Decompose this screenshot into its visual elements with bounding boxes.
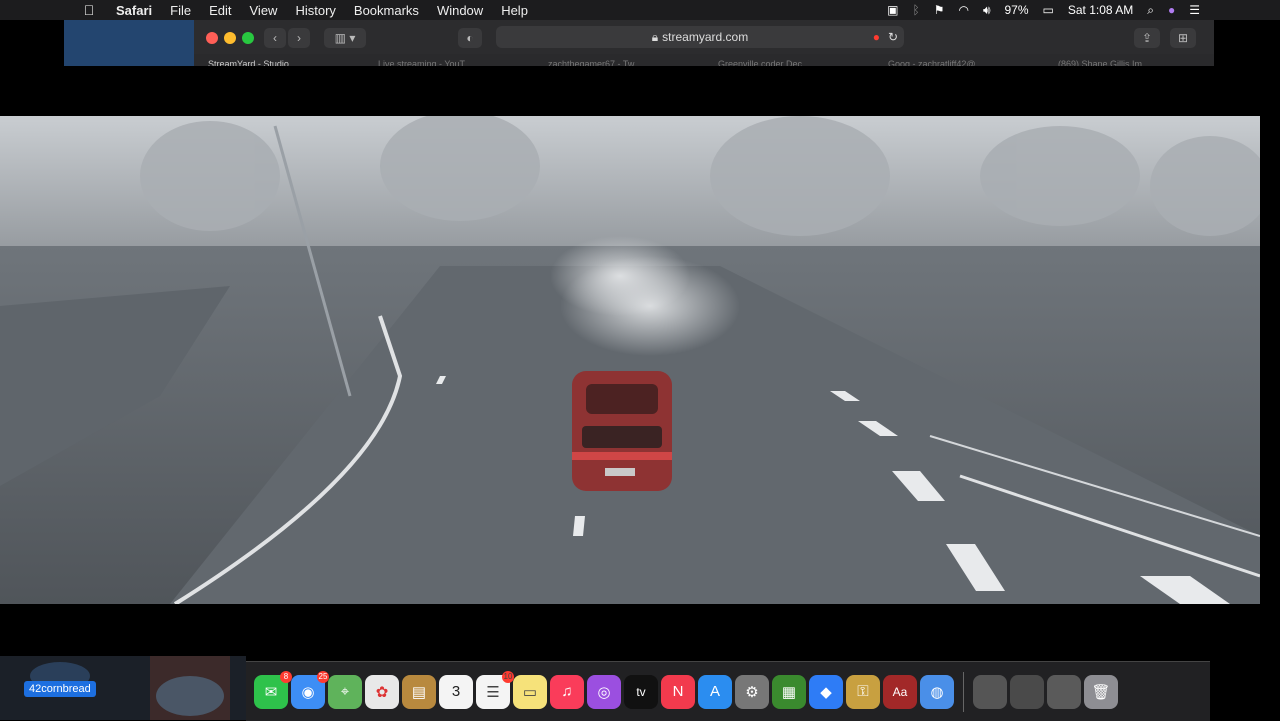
reload-icon[interactable]: ↻	[888, 30, 898, 44]
menu-window[interactable]: Window	[437, 3, 483, 18]
dock-app-photos[interactable]: ✿	[365, 674, 399, 709]
screen-mirror-icon[interactable]: ▣	[887, 3, 898, 17]
minimize-window-button[interactable]	[224, 32, 236, 44]
trash-icon[interactable]: 🗑︎	[1084, 674, 1118, 709]
dock-recent-window-3[interactable]	[1047, 674, 1081, 709]
dock: ✉ 8 ◉ 25 ⌖ ✿ ▤ 3 ☰ 10 ▭ ♫ ◎ tv N A ⚙ ▦ ◆ ⚿ …	[246, 661, 1210, 721]
dock-recent-window-1[interactable]	[973, 674, 1007, 709]
dock-app-reminders[interactable]: ☰ 10	[476, 670, 514, 709]
back-button[interactable]: ‹	[264, 28, 286, 48]
control-center-icon[interactable]: ☰	[1189, 3, 1200, 17]
dock-app-chrome[interactable]: ◍	[920, 674, 954, 709]
tab-streamyard[interactable]: StreamYard - Studio	[194, 54, 364, 66]
dock-app-messenger[interactable]: ◉ 25	[291, 670, 329, 709]
tab-youtube-video[interactable]: (869) Shane Gillis Im	[1044, 54, 1214, 66]
menu-edit[interactable]: Edit	[209, 3, 231, 18]
address-bar[interactable]: 🔒︎ streamyard.com ● ↻	[496, 26, 904, 48]
dock-app-system-preferences[interactable]: ⚙	[735, 674, 769, 709]
siri-icon[interactable]: ●	[1168, 3, 1175, 17]
dock-app-roblox[interactable]: ◆	[809, 674, 843, 709]
tab-twitch[interactable]: zachthegamer67 - Tw	[534, 54, 704, 66]
battery-percent[interactable]: 97%	[1005, 3, 1029, 17]
search-icon[interactable]: ⌕	[1147, 3, 1154, 18]
dock-app-podcasts[interactable]: ◎	[587, 674, 621, 709]
dock-app-keychain[interactable]: ⚿	[846, 674, 880, 709]
bluetooth-icon[interactable]: ᛒ	[912, 3, 919, 17]
browser-toolbar: ‹ › ▥ ▾ ◐ 🔒︎ streamyard.com ● ↻ ⇪ ⊞	[194, 20, 1214, 54]
dock-app-minecraft[interactable]: ▦	[772, 674, 806, 709]
tab-youtube[interactable]: Live streaming - YouT	[364, 54, 534, 66]
battery-icon[interactable]: ▭	[1043, 3, 1054, 17]
sidebar-toggle-icon[interactable]: ▥ ▾	[324, 28, 366, 48]
menu-file[interactable]: File	[170, 3, 191, 18]
game-stream-video[interactable]	[0, 116, 1260, 604]
dock-app-app-store[interactable]: A	[698, 674, 732, 709]
flag-input-icon[interactable]: ⚑	[934, 3, 945, 17]
dock-app-stickies[interactable]: ▭	[513, 674, 547, 709]
tab-overview-icon[interactable]: ⊞	[1170, 28, 1196, 48]
dock-app-music[interactable]: ♫	[550, 674, 584, 709]
participant-name-badge: 42cornbread	[24, 681, 96, 697]
menu-help[interactable]: Help	[501, 3, 528, 18]
lock-icon: 🔒︎	[651, 29, 659, 44]
tab-gmail[interactable]: Goog - zachratliff42@	[874, 54, 1044, 66]
dock-app-news[interactable]: N	[661, 674, 695, 709]
red-car	[572, 371, 672, 491]
apple-icon[interactable]: 	[80, 2, 98, 18]
dock-app-folder[interactable]: ▤	[402, 674, 436, 709]
dock-app-maps[interactable]: ⌖	[328, 674, 362, 709]
menu-view[interactable]: View	[250, 3, 278, 18]
zoom-window-button[interactable]	[242, 32, 254, 44]
recording-icon: ●	[872, 30, 880, 44]
forward-button[interactable]: ›	[288, 28, 310, 48]
desktop-background	[64, 20, 194, 66]
dock-recent-window-2[interactable]	[1010, 674, 1044, 709]
dock-app-messages[interactable]: ✉ 8	[254, 670, 292, 709]
menu-bar:  Safari File Edit View History Bookmark…	[0, 0, 1280, 20]
url-text: streamyard.com	[662, 30, 749, 44]
driving-game-scene	[0, 116, 1260, 604]
dock-app-dictionary[interactable]: Aa	[883, 674, 917, 709]
clock[interactable]: Sat 1:08 AM	[1068, 3, 1133, 17]
menu-bookmarks[interactable]: Bookmarks	[354, 3, 419, 18]
status-items: ▣ ᛒ ⚑ ◠ 🔊︎ 97% ▭ Sat 1:08 AM ⌕ ● ☰	[887, 0, 1200, 20]
tab-greenville[interactable]: Greenville coder Dec	[704, 54, 874, 66]
menu-history[interactable]: History	[295, 3, 335, 18]
privacy-shield-icon[interactable]: ◐	[458, 28, 482, 48]
tab-bar: StreamYard - Studio Live streaming - You…	[194, 54, 1214, 66]
close-window-button[interactable]	[206, 32, 218, 44]
dock-separator	[963, 671, 964, 712]
dock-app-tv[interactable]: tv	[624, 674, 658, 709]
menu-app-name[interactable]: Safari	[116, 3, 152, 18]
wifi-icon[interactable]: ◠	[958, 3, 968, 17]
dock-app-calendar[interactable]: 3	[439, 674, 473, 709]
share-icon[interactable]: ⇪	[1134, 28, 1160, 48]
browser-window: ‹ › ▥ ▾ ◐ 🔒︎ streamyard.com ● ↻ ⇪ ⊞ Stre…	[64, 20, 1214, 66]
volume-icon[interactable]: 🔊︎	[983, 3, 991, 18]
